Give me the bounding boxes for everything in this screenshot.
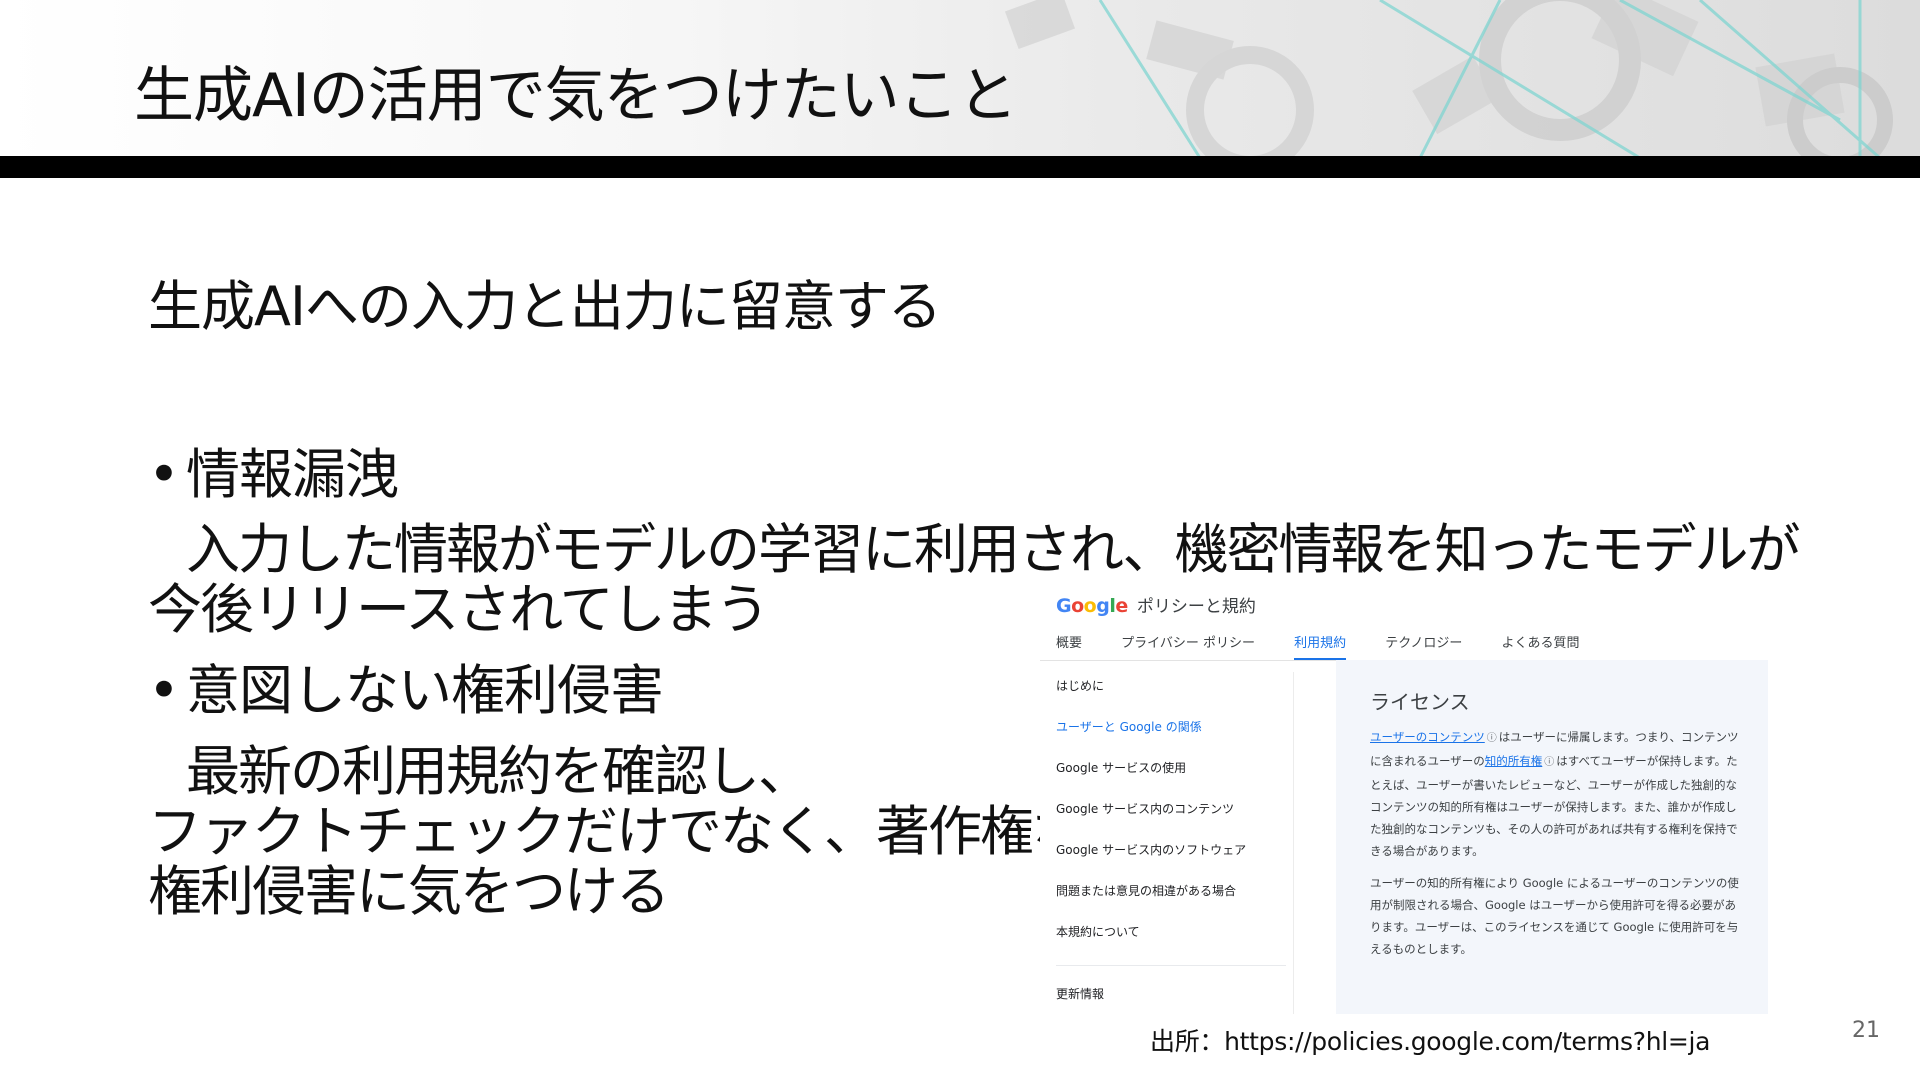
content-heading: ライセンス (1370, 690, 1470, 714)
bullet-heading: 意図しない権利侵害 (186, 659, 664, 722)
terms-sidebar: はじめに ユーザーと Google の関係 Google サービスの使用 Goo… (1056, 678, 1286, 1014)
terms-content-panel: ライセンス ユーザーのコンテンツ ⓘ はユーザーに帰属します。つまり、コンテンツに含… (1336, 660, 1768, 1014)
bullet-information-leak: • 情報漏洩 (148, 440, 399, 510)
bullet-dot: • (148, 659, 180, 722)
bullet-dot: • (148, 443, 180, 506)
tab-terms[interactable]: 利用規約 (1294, 632, 1347, 661)
sidebar-divider (1056, 965, 1286, 986)
sidebar-item-introduction[interactable]: はじめに (1056, 678, 1286, 719)
page-number: 21 (1852, 1018, 1880, 1043)
lead-statement: 生成AIへの入力と出力に留意する (148, 275, 942, 338)
sidebar-item-software[interactable]: Google サービス内のソフトウェア (1056, 842, 1286, 883)
sidebar-item-about-terms[interactable]: 本規約について (1056, 924, 1286, 965)
detail-line: 入力した情報がモデルの学習に利用され、機密情報を知ったモデルが (186, 518, 1801, 581)
sidebar-border (1293, 672, 1294, 1014)
google-logo: Google (1056, 595, 1128, 617)
sidebar-item-updates[interactable]: 更新情報 (1056, 986, 1286, 1014)
intellectual-property-link[interactable]: 知的所有権 (1485, 754, 1543, 768)
detail-line: 権利侵害に気をつける (148, 860, 670, 923)
tab-faq[interactable]: よくある質問 (1502, 632, 1580, 661)
tab-overview[interactable]: 概要 (1056, 632, 1082, 661)
detail-line: ファクトチェックだけでなく、著作権などの (148, 800, 1190, 863)
slide-header: 生成AIの活用で気をつけたいこと (0, 0, 1920, 158)
content-paragraph-1: ユーザーのコンテンツ ⓘ はユーザーに帰属します。つまり、コンテンツに含まれるユーザ… (1370, 728, 1739, 858)
header-divider-bar (0, 156, 1920, 178)
site-title: ポリシーと規約 (1136, 597, 1256, 617)
slide-title: 生成AIの活用で気をつけたいこと (134, 61, 1018, 131)
sidebar-item-relationship[interactable]: ユーザーと Google の関係 (1056, 719, 1286, 760)
info-icon[interactable]: ⓘ (1544, 752, 1554, 774)
content-paragraph-2: ユーザーの知的所有権により Google によるユーザーのコンテンツの使用が制限… (1370, 876, 1739, 956)
sidebar-item-content[interactable]: Google サービス内のコンテンツ (1056, 801, 1286, 842)
google-header: Google ポリシーと規約 (1056, 592, 1256, 618)
your-content-link[interactable]: ユーザーのコンテンツ (1370, 730, 1485, 744)
tab-privacy-policy[interactable]: プライバシー ポリシー (1121, 632, 1255, 661)
source-citation: 出所：https://policies.google.com/terms?hl=… (1150, 1027, 1711, 1056)
policy-tabs: 概要 プライバシー ポリシー 利用規約 テクノロジー よくある質問 (1056, 632, 1614, 662)
info-icon[interactable]: ⓘ (1487, 728, 1497, 750)
bullet-heading: 情報漏洩 (186, 443, 399, 506)
bullet-unintended-infringement: • 意図しない権利侵害 (148, 656, 664, 726)
gear-pattern (1004, 0, 1893, 158)
bullet-unintended-infringement-detail: 最新の利用規約を確認し、 ファクトチェックだけでなく、著作権などの 権利侵害に気… (148, 740, 1190, 923)
tab-technology[interactable]: テクノロジー (1385, 632, 1462, 661)
google-terms-screenshot: Google ポリシーと規約 概要 プライバシー ポリシー 利用規約 テクノロジ… (1040, 588, 1768, 1014)
sidebar-item-using-services[interactable]: Google サービスの使用 (1056, 760, 1286, 801)
sidebar-item-disputes[interactable]: 問題または意見の相違がある場合 (1056, 883, 1286, 924)
detail-line: 最新の利用規約を確認し、 (186, 740, 812, 803)
